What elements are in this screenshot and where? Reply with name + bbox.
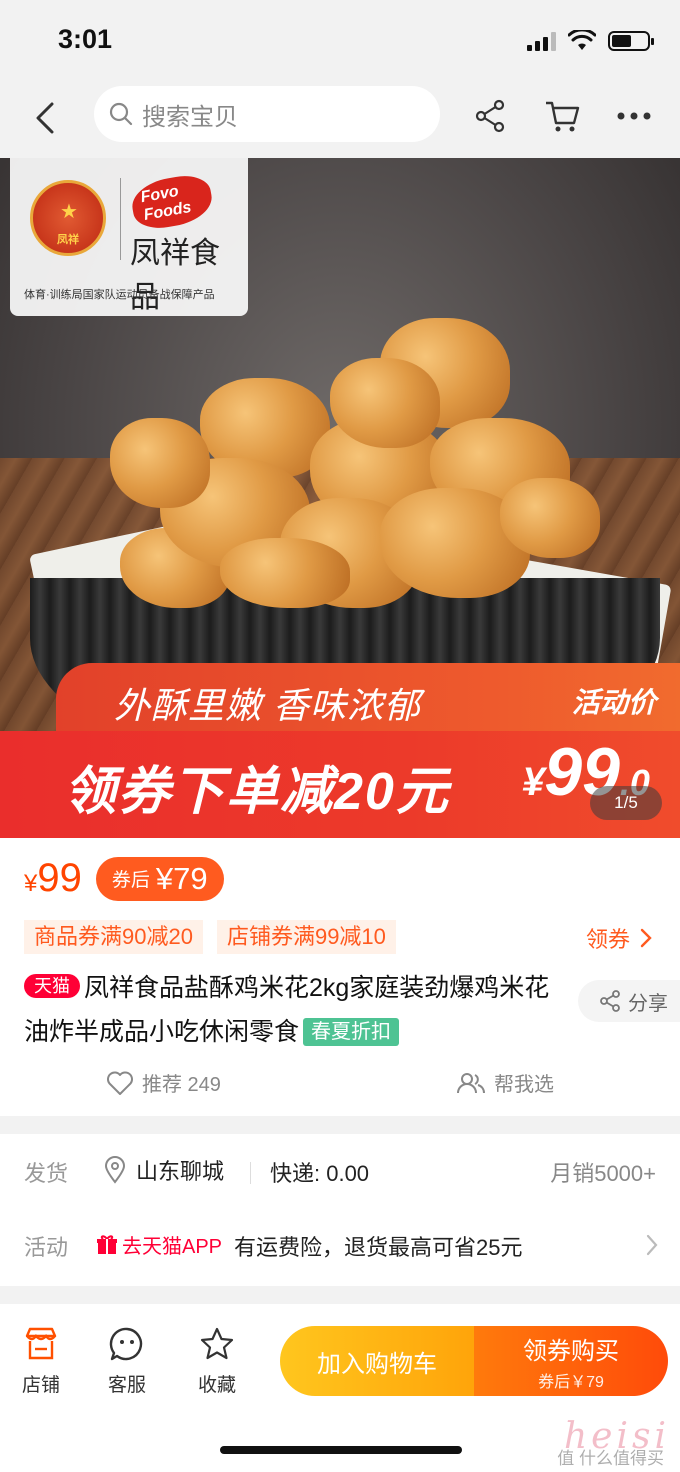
status-time: 3:01 (58, 24, 113, 54)
recommend-button[interactable]: 推荐 249 (106, 1068, 221, 1097)
chat-bubble-icon (109, 1327, 143, 1361)
status-icons (527, 30, 654, 52)
favorite-button[interactable]: 收藏 (182, 1326, 252, 1397)
image-counter: 1/5 (590, 786, 662, 820)
add-to-cart-button[interactable]: 加入购物车 (280, 1326, 474, 1396)
watermark: heisi 值 什么值得买 (557, 1416, 670, 1468)
signal-icon (527, 31, 556, 51)
wifi-icon (568, 30, 596, 50)
recommend-label: 推荐 249 (142, 1074, 221, 1096)
search-input[interactable]: 搜索宝贝 (94, 86, 440, 142)
shipping-label: 发货 (24, 1161, 69, 1186)
shipping-row: 发货 山东聊城 快递: 0.00 月销5000+ (0, 1142, 680, 1202)
share-label: 分享 (628, 992, 668, 1015)
nav-bar: 搜索宝贝 (0, 84, 680, 158)
chevron-right-icon (640, 928, 652, 948)
customer-service-button[interactable]: 客服 (92, 1326, 162, 1397)
product-image-carousel[interactable]: ★ 凤祥 Fovo Foods 凤祥食品 体育·训练局国家队运动员备战保障产品 … (0, 158, 680, 838)
brand-divider (120, 178, 121, 260)
coupon-tag-product[interactable]: 商品券满90减20 (24, 920, 203, 954)
emblem-text: 凤祥 (57, 234, 79, 246)
promo-banner-bottom: 领券下单减20元 ¥99.0 (0, 731, 680, 838)
status-bar: 3:01 (0, 0, 680, 84)
coupon-row: 商品券满90减20 店铺券满99减10 (24, 920, 396, 954)
brand-tagline: 体育·训练局国家队运动员备战保障产品 (24, 289, 215, 301)
share-icon (475, 99, 505, 133)
help-choose-button[interactable]: 帮我选 (456, 1068, 554, 1097)
coupon-buy-sub: 券后￥79 (538, 1373, 604, 1391)
cart-icon (546, 101, 580, 132)
get-coupon-label: 领券 (585, 927, 630, 952)
product-title: 天猫 凤祥食品盐酥鸡米花2kg家庭装劲爆鸡米花油炸半成品小吃休闲零食 春夏折扣 (24, 966, 560, 1054)
activity-row[interactable]: 活动 去天猫APP 有运费险，退货最高可省25元 (0, 1216, 680, 1276)
customer-service-label: 客服 (107, 1375, 146, 1396)
banner-coupon-text: 领券下单减20元 (64, 763, 450, 821)
coupon-buy-label: 领券购买 (523, 1337, 619, 1365)
shipping-activity-section: 发货 山东聊城 快递: 0.00 月销5000+ 活动 去天猫APP 有运费险，… (0, 1134, 680, 1286)
promo-label: 活动价 (571, 687, 656, 718)
recommend-row: 推荐 249 帮我选 (0, 1064, 680, 1100)
banner-slogan: 外酥里嫩 香味浓郁 (114, 685, 422, 726)
home-indicator[interactable] (220, 1446, 462, 1454)
coupon-buy-button[interactable]: 领券购买 券后￥79 (474, 1326, 668, 1396)
star-icon: ★ (60, 201, 78, 223)
divider (250, 1162, 251, 1184)
product-info: ¥99 券后 ¥79 商品券满90减20 店铺券满99减10 领券 天猫 凤祥食品… (0, 838, 680, 1116)
gift-icon (97, 1234, 117, 1254)
chevron-right-icon (646, 1234, 658, 1256)
cta-group: 加入购物车 领券购买 券后￥79 (280, 1326, 668, 1396)
people-icon (457, 1072, 485, 1093)
price: ¥99 (24, 856, 82, 900)
search-icon (109, 102, 133, 126)
search-placeholder: 搜索宝贝 (142, 103, 238, 131)
shipping-fee: 快递: 0.00 (270, 1161, 370, 1186)
location-pin-icon (104, 1156, 126, 1184)
bottom-action-bar: 店铺 客服 收藏 加入购物车 领券购买 券后￥79 heisi 值 什么值得买 (0, 1304, 680, 1472)
store-icon (25, 1327, 57, 1360)
tmall-app-link-text: 去天猫APP (122, 1236, 223, 1258)
more-button[interactable] (614, 96, 654, 136)
national-team-emblem: ★ 凤祥 (30, 180, 106, 256)
more-icon (617, 112, 651, 120)
tmall-app-link[interactable]: 去天猫APP (96, 1230, 222, 1259)
promo-banner-top: 外酥里嫩 香味浓郁 活动价 (56, 663, 680, 741)
heart-icon (107, 1071, 133, 1095)
favorite-label: 收藏 (197, 1375, 236, 1396)
product-title-text: 凤祥食品盐酥鸡米花2kg家庭装劲爆鸡米花油炸半成品小吃休闲零食 (24, 974, 550, 1046)
store-button[interactable]: 店铺 (6, 1326, 76, 1397)
store-label: 店铺 (21, 1375, 60, 1396)
cart-button[interactable] (542, 96, 582, 136)
price-row: ¥99 券后 ¥79 (24, 856, 224, 901)
brand-logo: Fovo Foods (128, 171, 216, 233)
chevron-left-icon (36, 102, 54, 134)
shipping-location: 山东聊城 (104, 1154, 224, 1186)
shipping-location-text: 山东聊城 (136, 1159, 225, 1184)
back-button[interactable] (28, 98, 64, 138)
monthly-sales: 月销5000+ (550, 1161, 656, 1186)
season-badge: 春夏折扣 (303, 1018, 400, 1046)
share-button[interactable] (470, 96, 510, 136)
brand-name: 凤祥食品 (130, 237, 220, 314)
star-icon (200, 1327, 234, 1360)
watermark-subtext: 值 什么值得买 (557, 1449, 664, 1468)
battery-fill (612, 35, 631, 47)
activity-label: 活动 (24, 1235, 69, 1260)
help-choose-label: 帮我选 (494, 1074, 554, 1096)
product-share-button[interactable]: 分享 (578, 980, 680, 1022)
activity-description: 有运费险，退货最高可省25元 (234, 1235, 523, 1260)
get-coupon-button[interactable]: 领券 (586, 922, 652, 954)
after-coupon-price: 券后 ¥79 (95, 856, 224, 901)
battery-icon (608, 31, 654, 51)
share-icon (600, 990, 620, 1012)
coupon-tag-store[interactable]: 店铺券满99减10 (216, 920, 396, 954)
tmall-badge: 天猫 (24, 974, 80, 998)
brand-card: ★ 凤祥 Fovo Foods 凤祥食品 体育·训练局国家队运动员备战保障产品 (10, 158, 248, 316)
